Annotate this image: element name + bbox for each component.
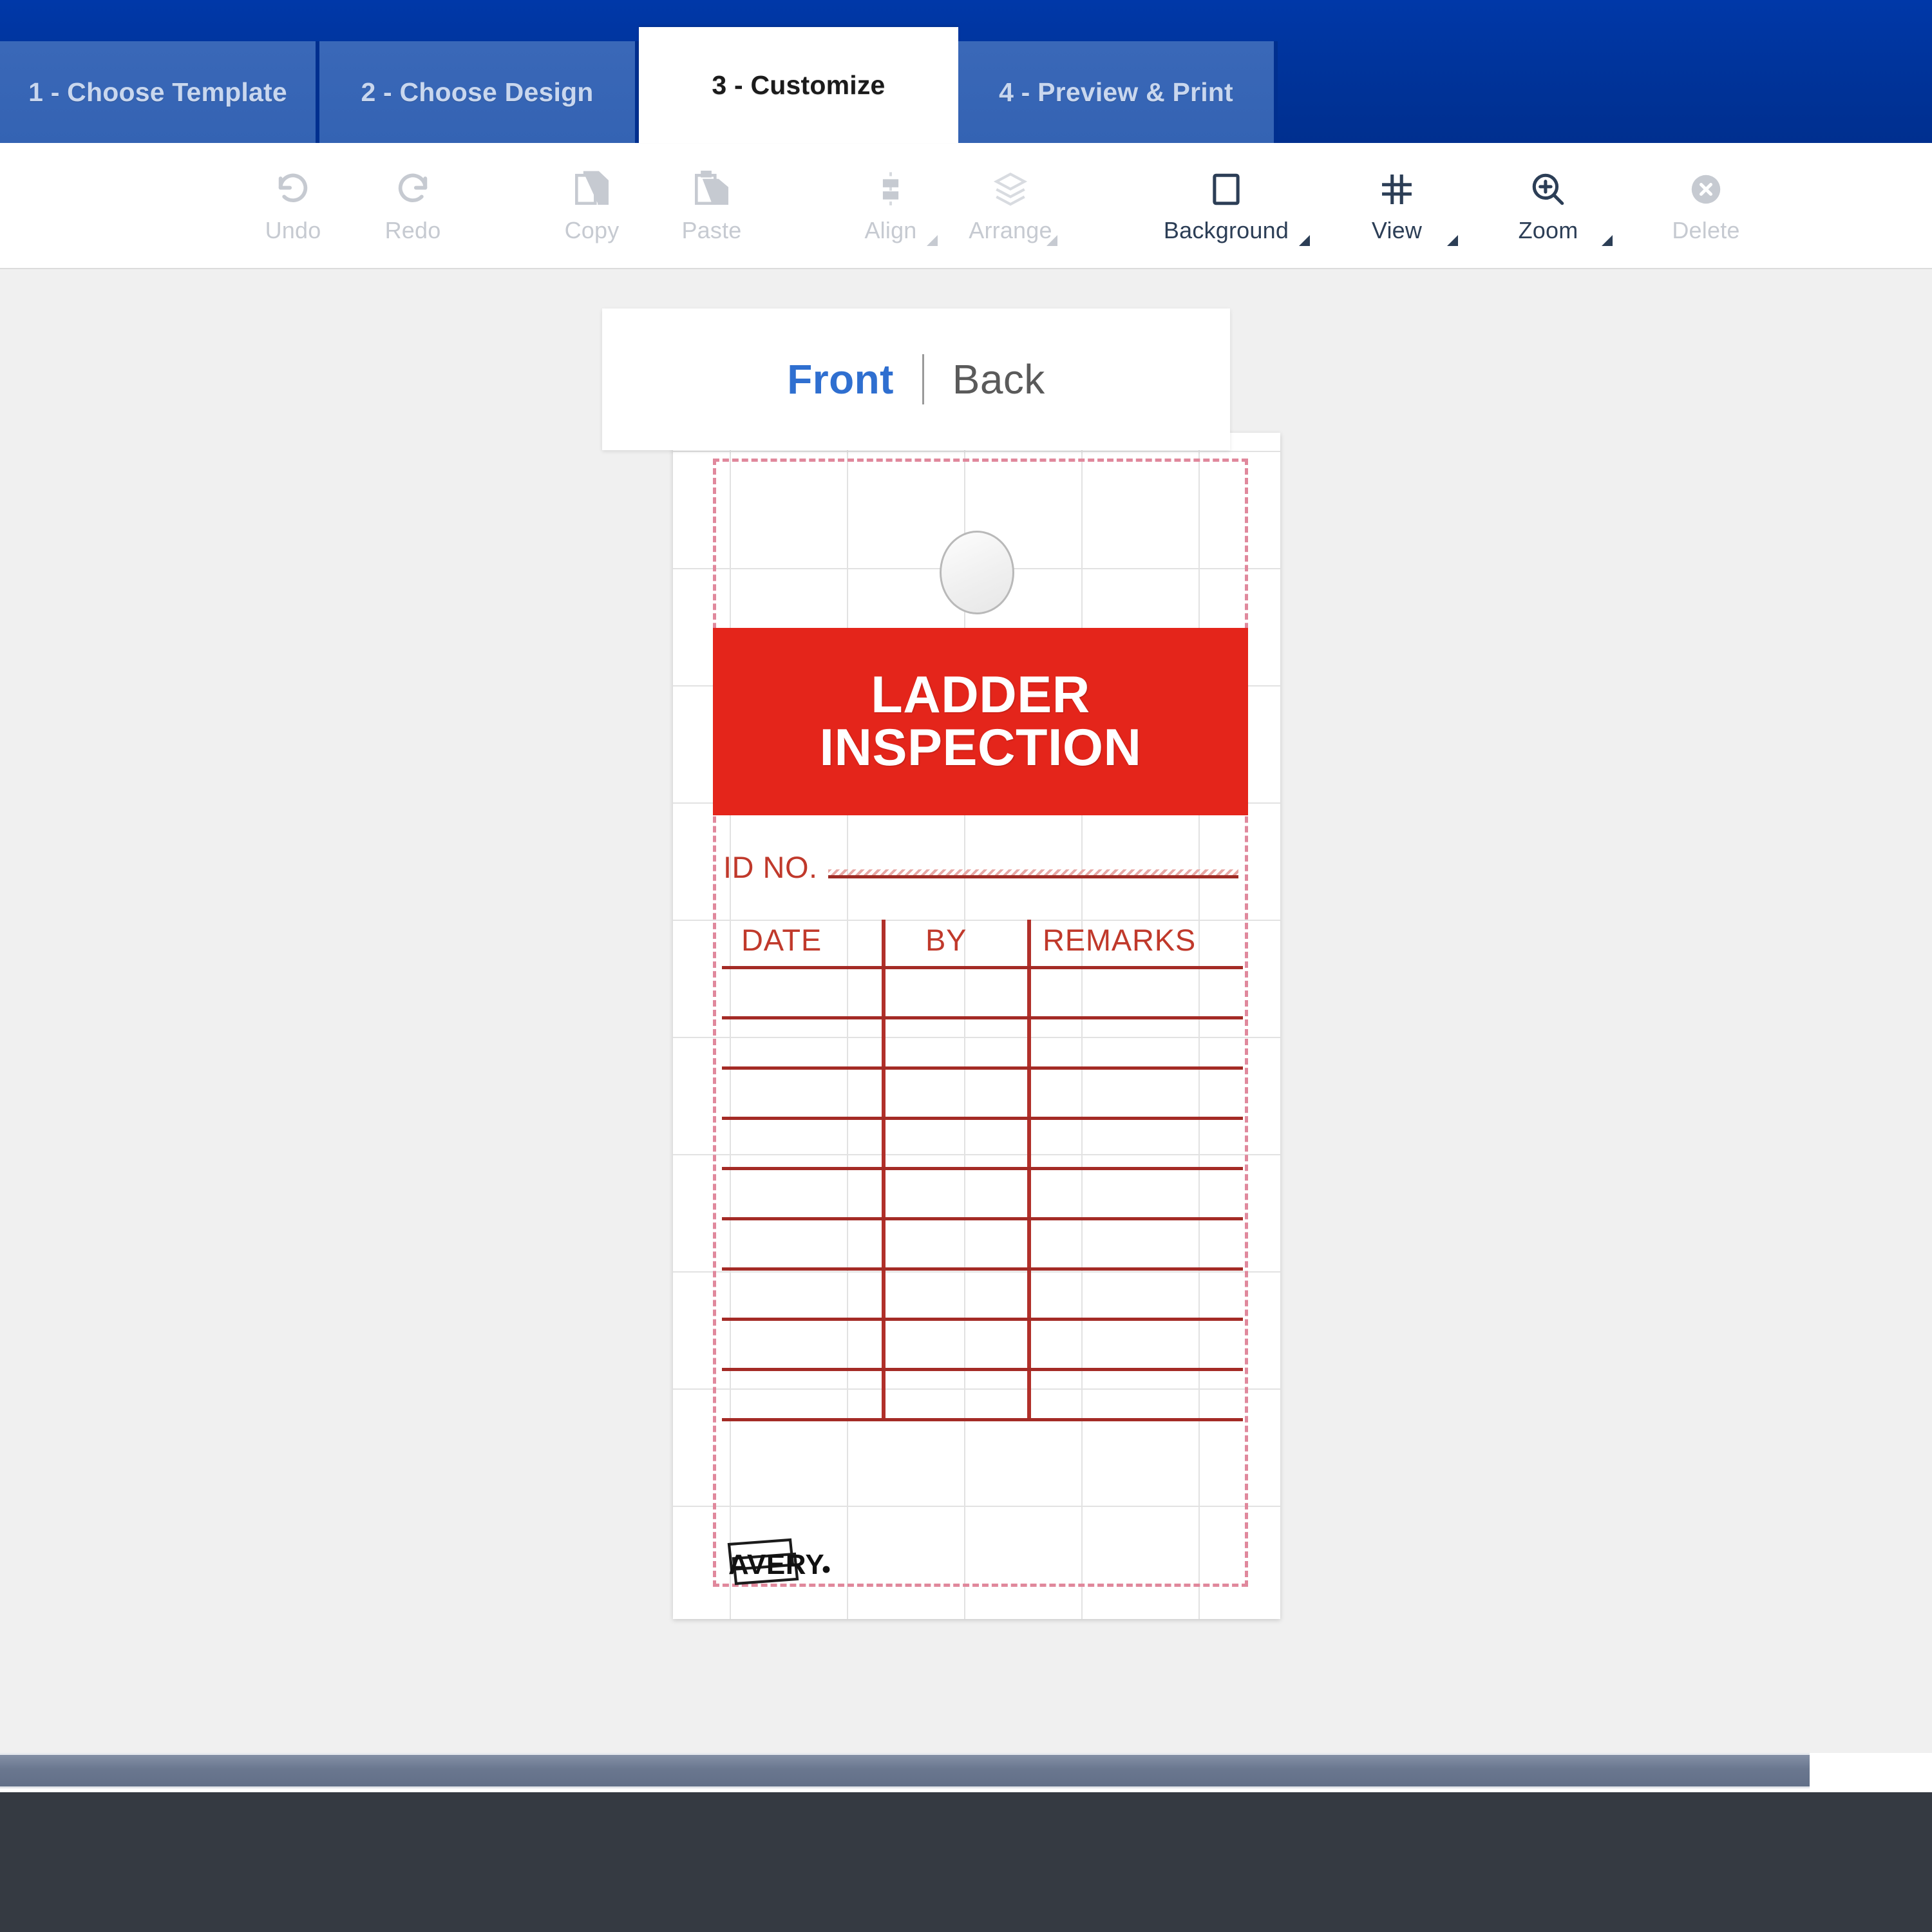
redo-label: Redo [384, 216, 441, 243]
step-tab-preview-print[interactable]: 4 - Preview & Print [958, 41, 1278, 143]
arrange-layers-icon [991, 169, 1030, 209]
copy-label: Copy [564, 216, 620, 243]
delete-label: Delete [1672, 216, 1740, 243]
face-tab-front[interactable]: Front [759, 355, 922, 403]
paste-label: Paste [681, 216, 742, 243]
toolbar-group-clipboard: Copy Paste [532, 145, 772, 268]
toolbar-group-history: Undo Redo [233, 145, 473, 268]
step-tab-label: 1 - Choose Template [28, 77, 287, 107]
step-tab-customize[interactable]: 3 - Customize [639, 27, 958, 143]
step-tab-label: 3 - Customize [712, 70, 886, 100]
step-tab-label: 2 - Choose Design [361, 77, 594, 107]
banner-line-1: LADDER [871, 666, 1090, 724]
view-label: View [1371, 216, 1423, 243]
paste-clipboard-icon [694, 169, 729, 209]
toolbar-group-view: Background View Zoom Delete [1130, 145, 1786, 268]
copy-pages-icon [574, 169, 609, 209]
undo-button[interactable]: Undo [233, 145, 353, 268]
background-button[interactable]: Background [1130, 145, 1323, 268]
view-button[interactable]: View [1323, 145, 1471, 268]
design-artboard[interactable]: LADDER INSPECTION ID NO. DATE BY REMARKS [673, 433, 1280, 1619]
banner-line-2: INSPECTION [819, 718, 1142, 777]
table-row-rule [722, 1217, 1243, 1220]
step-tab-choose-template[interactable]: 1 - Choose Template [0, 41, 319, 143]
arrange-button[interactable]: Arrange [951, 145, 1070, 268]
paste-button[interactable]: Paste [652, 145, 772, 268]
table-row-rule [722, 1117, 1243, 1120]
avery-logo: AVERY [723, 1537, 855, 1591]
table-row-rule [722, 1318, 1243, 1321]
table-row-rule [722, 1368, 1243, 1371]
magnifier-plus-icon [1530, 169, 1567, 209]
app-root: 1 - Choose Template 2 - Choose Design 3 … [0, 0, 1932, 1932]
delete-button[interactable]: Delete [1625, 145, 1786, 268]
align-center-icon [873, 169, 908, 209]
chevron-down-icon [1447, 235, 1458, 246]
chevron-down-icon [927, 235, 938, 246]
redo-button[interactable]: Redo [353, 145, 473, 268]
id-number-writeline [828, 869, 1238, 878]
grid-view-icon [1378, 169, 1416, 209]
page-footer [0, 1792, 1932, 1932]
face-tab-panel: Front Back [602, 308, 1230, 450]
delete-circle-x-icon [1687, 169, 1725, 209]
table-row-rule [722, 1267, 1243, 1271]
background-label: Background [1163, 216, 1289, 243]
align-button[interactable]: Align [831, 145, 951, 268]
undo-arrow-icon [274, 169, 312, 209]
table-row-rule [722, 966, 1243, 969]
wizard-step-bar: 1 - Choose Template 2 - Choose Design 3 … [0, 0, 1932, 145]
chevron-down-icon [1299, 235, 1310, 246]
step-tab-label: 4 - Preview & Print [999, 77, 1233, 107]
table-row-rule [722, 1167, 1243, 1170]
zoom-label: Zoom [1518, 216, 1578, 243]
toolbar-group-object: Align Arrange [831, 145, 1070, 268]
editor-stage[interactable]: LADDER INSPECTION ID NO. DATE BY REMARKS [0, 269, 1932, 1753]
background-square-icon [1208, 169, 1244, 209]
chevron-down-icon [1046, 235, 1057, 246]
chevron-down-icon [1602, 235, 1613, 246]
copy-button[interactable]: Copy [532, 145, 652, 268]
table-row-rule [722, 1066, 1243, 1070]
align-label: Align [864, 216, 917, 243]
zoom-button[interactable]: Zoom [1471, 145, 1625, 268]
inspection-log-table[interactable] [713, 884, 1248, 1542]
title-banner[interactable]: LADDER INSPECTION [713, 628, 1248, 815]
table-row-rule [722, 1016, 1243, 1019]
svg-text:AVERY: AVERY [728, 1549, 824, 1580]
editor-toolbar: Undo Redo Copy Paste Align Arrange Backg… [0, 145, 1932, 269]
id-number-field[interactable]: ID NO. [723, 837, 1238, 882]
undo-label: Undo [265, 216, 321, 243]
punch-hole [939, 531, 1014, 614]
step-tab-choose-design[interactable]: 2 - Choose Design [319, 41, 639, 143]
horizontal-scrollbar-thumb[interactable] [0, 1753, 1810, 1788]
arrange-label: Arrange [969, 216, 1052, 243]
redo-arrow-icon [394, 169, 431, 209]
face-tab-back[interactable]: Back [924, 355, 1074, 403]
wizard-steps: 1 - Choose Template 2 - Choose Design 3 … [0, 27, 1278, 143]
table-row-rule [722, 1418, 1243, 1421]
id-number-label: ID NO. [723, 850, 818, 884]
